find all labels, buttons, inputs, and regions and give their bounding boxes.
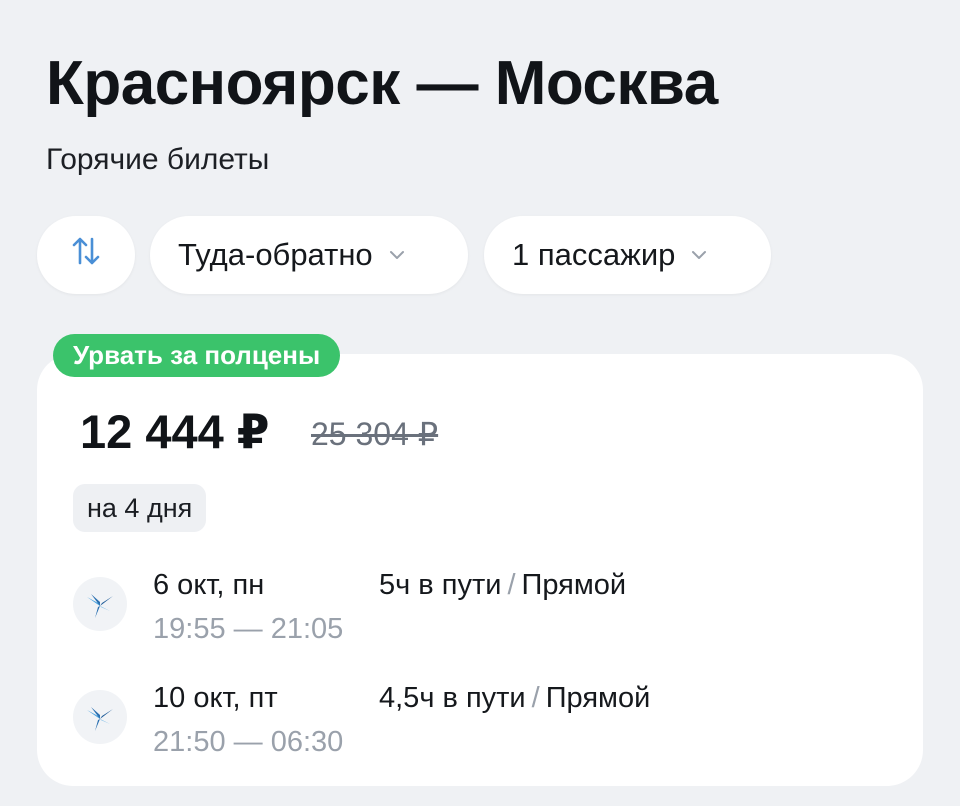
- time-separator: —: [233, 613, 263, 645]
- departure-time: 21:50: [153, 726, 226, 758]
- arrival-time: 06:30: [270, 726, 344, 758]
- arrival-time: 21:05: [270, 613, 344, 645]
- chevron-down-icon: [691, 250, 707, 260]
- trip-duration-badge: на 4 дня: [73, 484, 207, 532]
- segment-date: 6 окт, пн: [153, 569, 265, 601]
- offer-old-price: 25 304 ₽: [311, 416, 439, 452]
- segment-date: 10 окт, пт: [153, 682, 278, 714]
- page-title: Красноярск — Москва: [46, 49, 718, 118]
- info-separator: /: [507, 569, 516, 601]
- segment-times: 19:55 — 21:05: [153, 611, 343, 647]
- offer-card[interactable]: 12 444 ₽ 25 304 ₽ на 4 дня 6 окт, пн 19:…: [37, 354, 923, 786]
- swap-direction-button[interactable]: [37, 216, 135, 294]
- travel-time: 4,5ч в пути: [379, 682, 526, 714]
- time-separator: —: [233, 726, 263, 758]
- offer-price: 12 444 ₽: [80, 405, 270, 458]
- stops-label: Прямой: [521, 569, 627, 601]
- airline-logo-icon: [73, 577, 127, 631]
- chevron-down-icon: [389, 250, 405, 260]
- trip-type-value: Туда-обратно: [178, 237, 373, 272]
- page: Красноярск — Москва Горячие билеты Туда-…: [0, 0, 960, 806]
- swap-vertical-icon: [69, 234, 103, 276]
- info-separator: /: [531, 682, 540, 714]
- segment-times: 21:50 — 06:30: [153, 724, 343, 760]
- offer-badge: Урвать за полцены: [53, 334, 341, 377]
- flight-segment-outbound: 6 окт, пн 19:55 — 21:05 5ч в пути / Прямой: [73, 567, 893, 647]
- segment-info: 5ч в пути / Прямой: [379, 567, 626, 603]
- flight-segment-return: 10 окт, пт 21:50 — 06:30 4,5ч в пути / Пря…: [73, 680, 893, 760]
- page-subtitle: Горячие билеты: [46, 143, 270, 176]
- passengers-select[interactable]: 1 пассажир: [484, 216, 771, 294]
- segment-info: 4,5ч в пути / Прямой: [379, 680, 650, 716]
- passengers-value: 1 пассажир: [512, 237, 676, 272]
- trip-type-select[interactable]: Туда-обратно: [150, 216, 468, 294]
- departure-time: 19:55: [153, 613, 226, 645]
- stops-label: Прямой: [545, 682, 651, 714]
- airline-logo-icon: [73, 690, 127, 744]
- travel-time: 5ч в пути: [379, 569, 502, 601]
